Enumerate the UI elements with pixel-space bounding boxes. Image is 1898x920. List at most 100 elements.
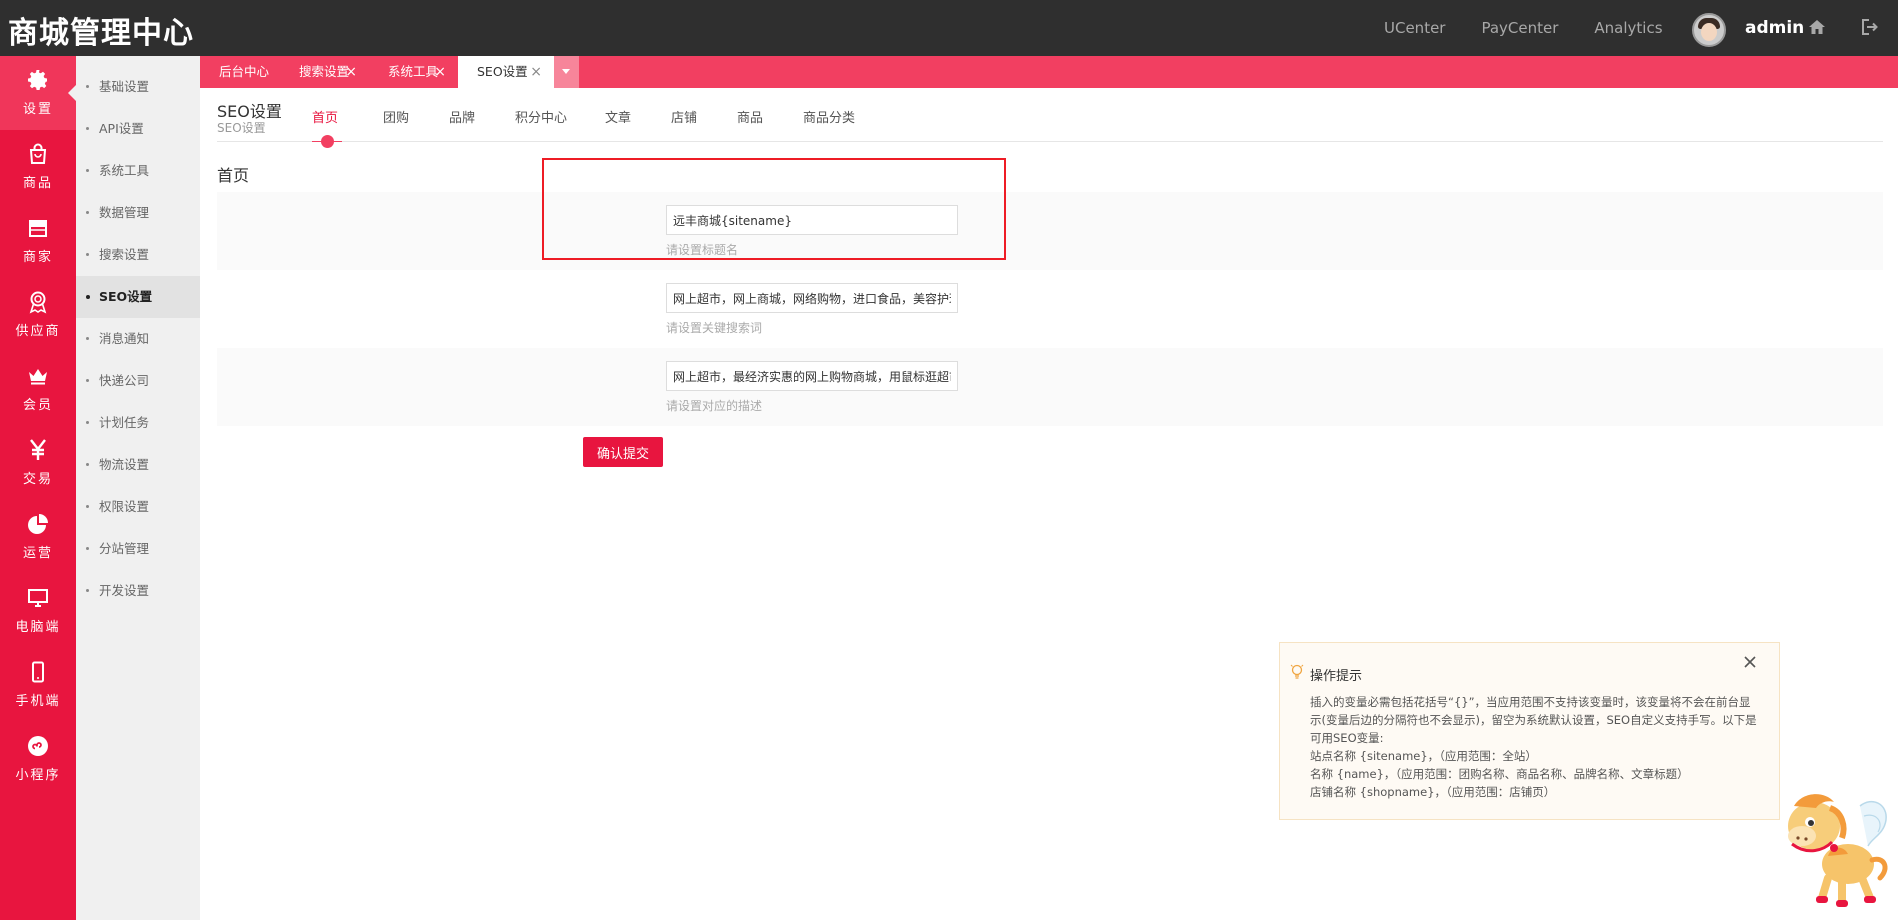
nav-item-mobile[interactable]: 手机端: [0, 648, 76, 722]
tab-points[interactable]: 积分中心: [515, 107, 567, 126]
main-sidebar: 设置 商品 商家 供应商 会员 交易 运营 电脑端 手机端 小程序: [0, 56, 76, 920]
subnav-item-logistics[interactable]: 物流设置: [76, 444, 200, 486]
section-title: 首页: [217, 166, 250, 185]
subnav-item-data[interactable]: 数据管理: [76, 192, 200, 234]
active-tab-dot: [321, 135, 334, 148]
tab-label: 搜索设置: [299, 64, 350, 79]
nav-item-trade[interactable]: 交易: [0, 426, 76, 500]
tips-line: 站点名称 {sitename}，（应用范围：全站）: [1310, 749, 1537, 763]
home-icon[interactable]: [1808, 18, 1826, 36]
crown-icon: [29, 369, 47, 385]
description-input[interactable]: [666, 361, 958, 391]
close-icon[interactable]: ×: [530, 56, 542, 88]
tips-panel: 操作提示 插入的变量必需包括花括号“{}”，当应用范围不支持该变量时，该变量将不…: [1279, 642, 1780, 820]
description-hint: 请设置对应的描述: [666, 399, 763, 413]
lightbulb-icon: [1290, 664, 1304, 679]
tips-line: 名称 {name}，（应用范围：团购名称、商品名称、品牌名称、文章标题）: [1310, 767, 1689, 781]
brand-title: 商城管理中心: [8, 16, 194, 51]
nav-label: 供应商: [15, 324, 61, 339]
close-icon[interactable]: [1743, 655, 1757, 669]
section-tabs-divider: [217, 141, 1883, 142]
tab-admin-center[interactable]: 后台中心: [200, 56, 280, 88]
bag-icon: [29, 143, 47, 164]
tab-brand[interactable]: 品牌: [449, 107, 475, 126]
nav-label: 运营: [22, 546, 53, 561]
subnav-item-api[interactable]: API设置: [76, 108, 200, 150]
page-subtitle: SEO设置: [217, 121, 266, 135]
subnav-item-substation[interactable]: 分站管理: [76, 528, 200, 570]
caret-down-icon: [562, 69, 570, 74]
nav-label: 设置: [22, 102, 53, 117]
monitor-icon: [28, 589, 48, 607]
open-tabs-bar: 后台中心 搜索设置 × 系统工具 × SEO设置 ×: [200, 56, 1898, 88]
paycenter-link[interactable]: PayCenter: [1481, 19, 1558, 37]
nav-item-merchants[interactable]: 商家: [0, 204, 76, 278]
logout-icon[interactable]: [1861, 18, 1879, 36]
subnav-item-dev[interactable]: 开发设置: [76, 570, 200, 612]
tab-label: 后台中心: [219, 64, 270, 79]
keyword-input[interactable]: [666, 283, 958, 313]
nav-label: 商家: [22, 250, 53, 265]
submit-button[interactable]: 确认提交: [583, 437, 663, 467]
nav-label: 商品: [22, 176, 53, 191]
nav-label: 交易: [22, 472, 53, 487]
tab-article[interactable]: 文章: [605, 107, 631, 126]
tab-system-tools[interactable]: 系统工具 ×: [369, 56, 458, 88]
nav-item-miniapp[interactable]: 小程序: [0, 722, 76, 796]
phone-icon: [32, 661, 44, 683]
settings-subnav: 基础设置 API设置 系统工具 数据管理 搜索设置 SEO设置 消息通知 快递公…: [76, 56, 200, 920]
tips-body: 插入的变量必需包括花括号“{}”，当应用范围不支持该变量时，该变量将不会在前台显…: [1310, 693, 1760, 801]
yen-icon: [30, 439, 46, 460]
annotation-highlight-box: [542, 158, 1006, 260]
close-icon[interactable]: ×: [434, 56, 446, 88]
pie-icon: [28, 514, 48, 534]
gear-icon: [28, 70, 47, 90]
tips-line: 店铺名称 {shopname}，（应用范围：店铺页）: [1310, 785, 1556, 799]
tab-seo-settings[interactable]: SEO设置 ×: [458, 56, 554, 88]
subnav-item-express[interactable]: 快递公司: [76, 360, 200, 402]
medal-icon: [29, 291, 47, 314]
nav-label: 小程序: [15, 768, 61, 783]
form-row-keyword: keyword 请设置关键搜索词: [217, 270, 1883, 348]
form-row-title: title 请设置标题名: [217, 192, 1883, 270]
nav-label: 电脑端: [15, 620, 61, 635]
nav-item-goods[interactable]: 商品: [0, 130, 76, 204]
username[interactable]: admin: [1745, 18, 1804, 38]
subnav-item-permissions[interactable]: 权限设置: [76, 486, 200, 528]
nav-item-settings[interactable]: 设置: [0, 56, 76, 130]
subnav-item-system-tools[interactable]: 系统工具: [76, 150, 200, 192]
analytics-link[interactable]: Analytics: [1594, 19, 1662, 37]
tab-goods-category[interactable]: 商品分类: [803, 107, 855, 126]
avatar[interactable]: [1692, 13, 1726, 47]
tab-dropdown-button[interactable]: [554, 56, 579, 88]
tab-groupbuy[interactable]: 团购: [383, 107, 409, 126]
nav-label: 手机端: [15, 694, 61, 709]
subnav-item-search[interactable]: 搜索设置: [76, 234, 200, 276]
top-header: 商城管理中心 UCenter PayCenter Analytics admin: [0, 0, 1898, 56]
tab-goods[interactable]: 商品: [737, 107, 763, 126]
subnav-item-basic[interactable]: 基础设置: [76, 66, 200, 108]
form-row-description: description 请设置对应的描述: [217, 348, 1883, 426]
nav-item-suppliers[interactable]: 供应商: [0, 278, 76, 352]
subnav-item-notify[interactable]: 消息通知: [76, 318, 200, 360]
keyword-hint: 请设置关键搜索词: [666, 321, 763, 335]
tab-label: 系统工具: [388, 64, 439, 79]
mascot-horse-illustration: [1788, 794, 1888, 907]
nav-item-pc[interactable]: 电脑端: [0, 574, 76, 648]
subnav-item-cron[interactable]: 计划任务: [76, 402, 200, 444]
ucenter-link[interactable]: UCenter: [1384, 19, 1445, 37]
nav-item-operations[interactable]: 运营: [0, 500, 76, 574]
top-links: UCenter PayCenter Analytics: [1384, 19, 1699, 37]
tab-search-settings[interactable]: 搜索设置 ×: [280, 56, 369, 88]
subnav-item-seo[interactable]: SEO设置: [76, 276, 200, 318]
nav-label: 会员: [22, 398, 53, 413]
tips-line: 插入的变量必需包括花括号“{}”，当应用范围不支持该变量时，该变量将不会在前台显…: [1310, 695, 1757, 745]
tab-shop[interactable]: 店铺: [671, 107, 697, 126]
store-icon: [29, 220, 47, 237]
tab-label: SEO设置: [477, 64, 528, 79]
nav-item-members[interactable]: 会员: [0, 352, 76, 426]
close-icon[interactable]: ×: [345, 56, 357, 88]
tab-home[interactable]: 首页: [312, 107, 338, 126]
tips-title: 操作提示: [1310, 669, 1363, 684]
miniapp-icon: [28, 736, 48, 756]
